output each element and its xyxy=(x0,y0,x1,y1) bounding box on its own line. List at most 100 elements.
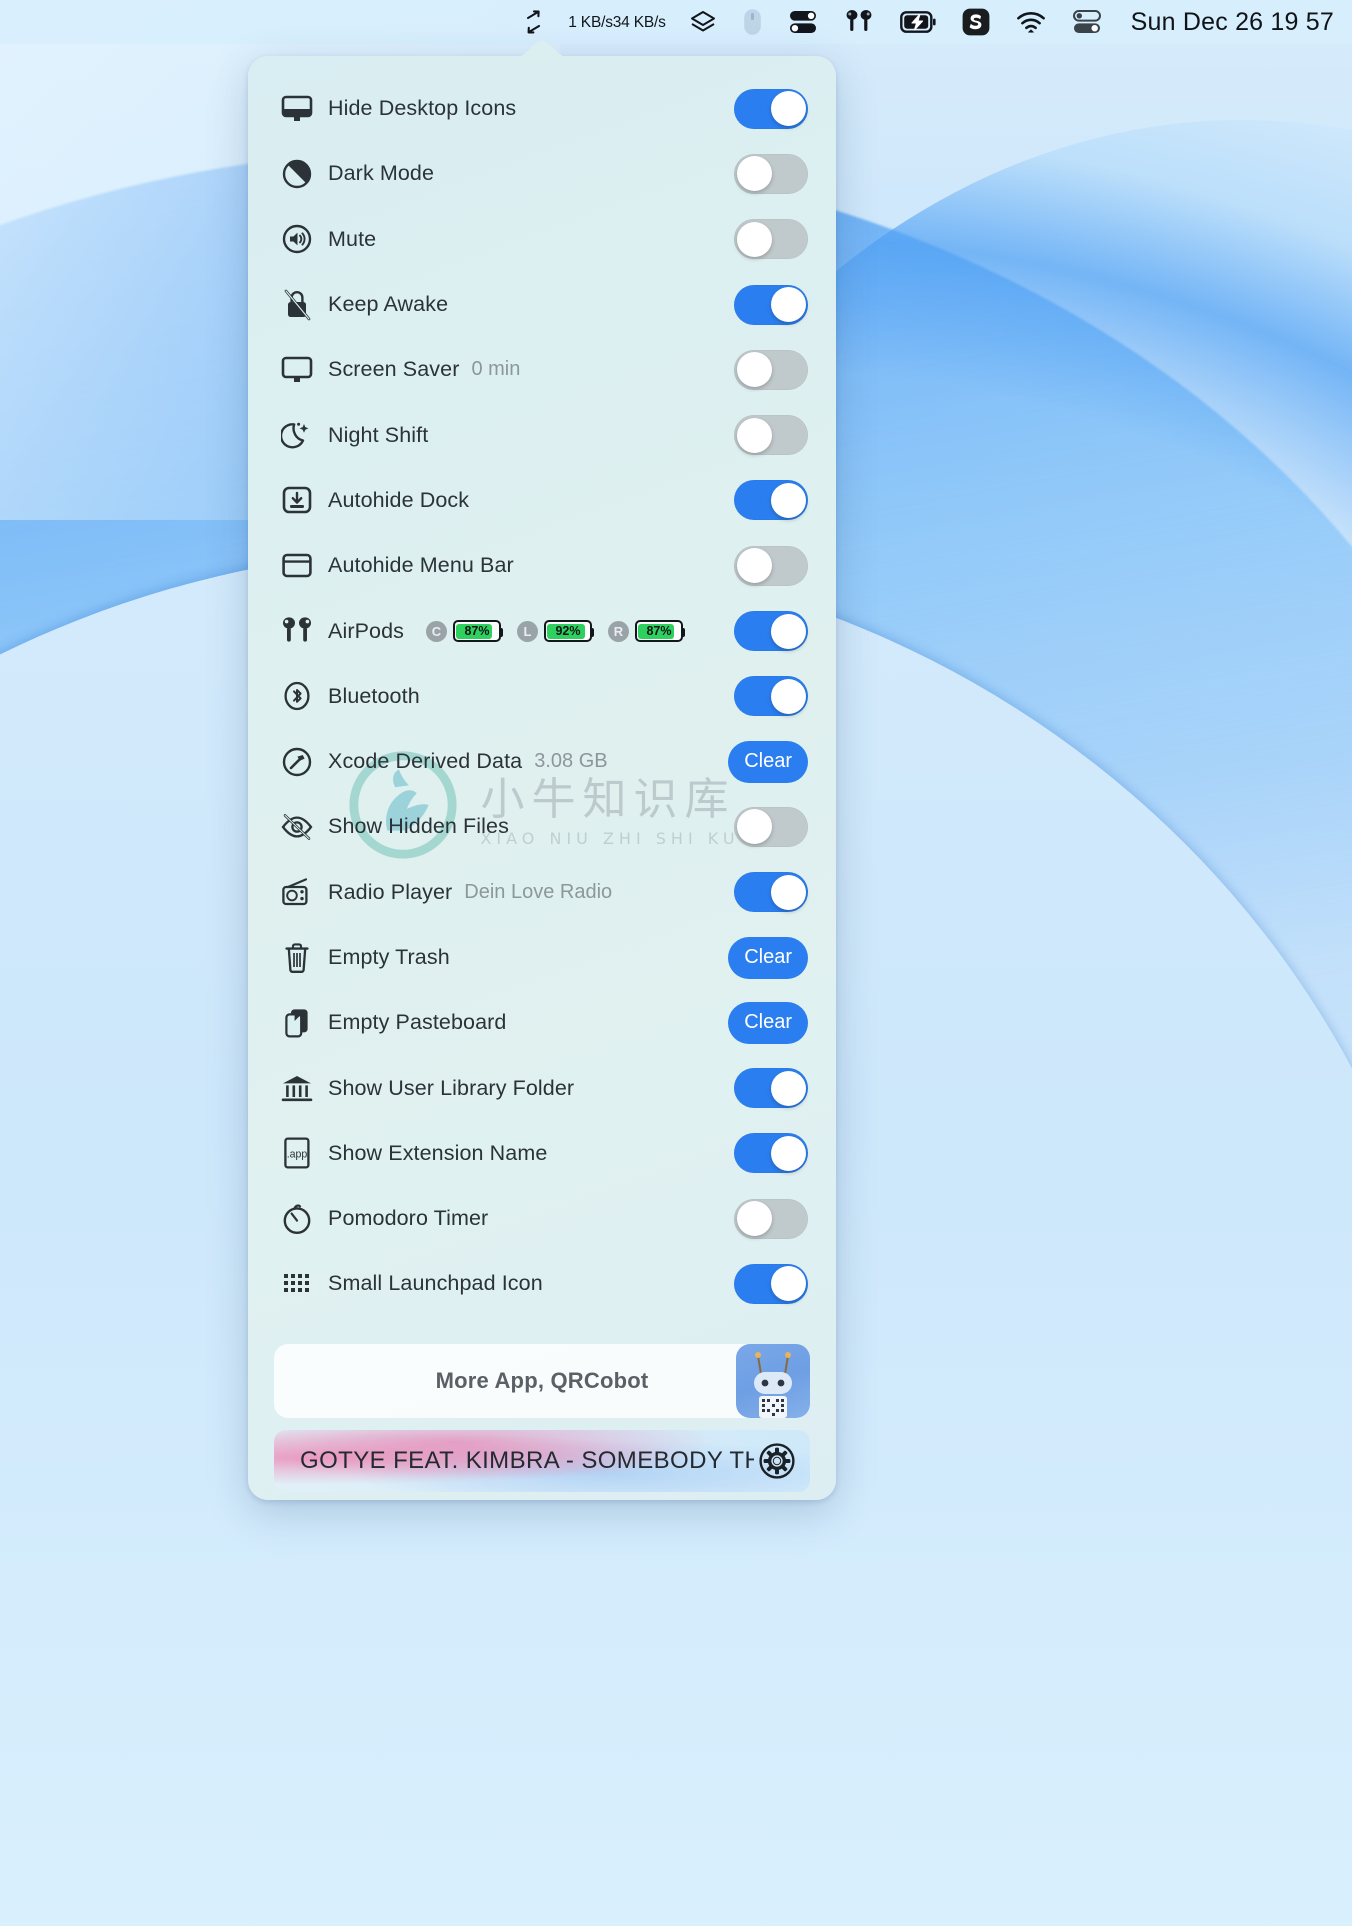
more-app-banner[interactable]: More App, QRCobot xyxy=(274,1344,810,1418)
dark-mode-circle-icon xyxy=(276,155,318,193)
xcode-derived-data-size: 3.08 GB xyxy=(534,750,608,773)
row-screen-saver[interactable]: Screen Saver 0 min xyxy=(248,337,836,402)
layers-icon[interactable] xyxy=(676,0,730,44)
grid-dots-icon xyxy=(276,1265,318,1303)
moon-star-icon xyxy=(276,416,318,454)
clear-xcode-derived-data-button[interactable]: Clear xyxy=(728,740,808,783)
toggles-alt-icon[interactable] xyxy=(1059,0,1115,44)
row-label: Screen Saver xyxy=(328,357,460,382)
now-playing-ticker[interactable]: GOTYE FEAT. KIMBRA - SOMEBODY THAT I xyxy=(274,1430,810,1492)
battery-percent: 87% xyxy=(464,624,490,639)
radio-station-name: Dein Love Radio xyxy=(464,880,613,903)
row-label: Show Hidden Files xyxy=(328,814,509,839)
wifi-icon[interactable] xyxy=(1003,0,1059,44)
row-label: Autohide Menu Bar xyxy=(328,553,514,578)
menu-bar-clock[interactable]: Sun Dec 26 19 57 xyxy=(1115,0,1338,44)
battery-charging-icon[interactable] xyxy=(887,0,949,44)
toggle-bluetooth[interactable] xyxy=(734,676,808,717)
quick-settings-panel: 小牛知识库 XIAO NIU ZHI SHI KU Hide Desktop I… xyxy=(248,40,836,1500)
row-label: Show Extension Name xyxy=(328,1140,548,1165)
row-label: Bluetooth xyxy=(328,683,420,708)
row-label: Pomodoro Timer xyxy=(328,1206,489,1231)
radio-icon xyxy=(276,873,318,911)
toggle-show-user-library-folder[interactable] xyxy=(734,1068,808,1109)
row-label: Mute xyxy=(328,226,377,251)
toggle-autohide-menu-bar[interactable] xyxy=(734,545,808,586)
row-empty-pasteboard[interactable]: Empty Pasteboard Clear xyxy=(248,990,836,1055)
battery-badge: 87% xyxy=(452,620,504,643)
monitor-icon xyxy=(276,351,318,389)
toggle-mute[interactable] xyxy=(734,219,808,260)
row-label: Dark Mode xyxy=(328,161,435,186)
toggle-show-hidden-files[interactable] xyxy=(734,806,808,847)
row-autohide-dock[interactable]: Autohide Dock xyxy=(248,468,836,533)
row-dark-mode[interactable]: Dark Mode xyxy=(248,141,836,206)
row-empty-trash[interactable]: Empty Trash Clear xyxy=(248,925,836,990)
toggle-night-shift[interactable] xyxy=(734,415,808,456)
airpods-battery-case: C 87% xyxy=(425,620,504,643)
row-autohide-menu-bar[interactable]: Autohide Menu Bar xyxy=(248,533,836,598)
row-night-shift[interactable]: Night Shift xyxy=(248,402,836,467)
toggle-keep-awake[interactable] xyxy=(734,284,808,325)
qrcobot-robot-icon[interactable] xyxy=(736,1344,810,1418)
menu-bar: 1 KB/s 34 KB/s Sun Dec 26 19 57 xyxy=(0,0,1352,44)
row-label: Night Shift xyxy=(328,422,429,447)
toggle-dark-mode[interactable] xyxy=(734,153,808,194)
menubar-window-icon xyxy=(276,547,318,585)
battery-badge: 87% xyxy=(634,620,686,643)
row-label: Xcode Derived Data xyxy=(328,749,523,774)
airpods-battery-right: R 87% xyxy=(607,620,686,643)
toggle-airpods[interactable] xyxy=(734,611,808,652)
network-upload-speed: 1 KB/s xyxy=(568,13,613,31)
s-app-icon[interactable] xyxy=(949,0,1003,44)
dock-download-icon xyxy=(276,481,318,519)
toggle-autohide-dock[interactable] xyxy=(734,480,808,521)
row-bluetooth[interactable]: Bluetooth xyxy=(248,664,836,729)
toggle-radio-player[interactable] xyxy=(734,872,808,913)
clear-trash-button[interactable]: Clear xyxy=(728,936,808,979)
toggle-small-launchpad-icon[interactable] xyxy=(734,1263,808,1304)
clear-pasteboard-button[interactable]: Clear xyxy=(728,1001,808,1044)
mouse-icon[interactable] xyxy=(730,0,775,44)
toggle-hide-desktop-icons[interactable] xyxy=(734,88,808,129)
row-label: Hide Desktop Icons xyxy=(328,96,517,121)
toggle-show-extension-name[interactable] xyxy=(734,1133,808,1174)
row-label: Small Launchpad Icon xyxy=(328,1271,543,1296)
svg-text:.app: .app xyxy=(287,1149,308,1161)
row-show-extension-name[interactable]: .app Show Extension Name xyxy=(248,1121,836,1186)
library-bank-icon xyxy=(276,1069,318,1107)
row-label: Empty Trash xyxy=(328,945,450,969)
airpods-icon xyxy=(276,612,318,650)
row-small-launchpad-icon[interactable]: Small Launchpad Icon xyxy=(248,1251,836,1316)
row-airpods[interactable]: AirPods C 87% L 92% R 87% xyxy=(248,598,836,663)
toggle-pomodoro-timer[interactable] xyxy=(734,1198,808,1239)
toggles-icon[interactable] xyxy=(775,0,831,44)
row-label: Show User Library Folder xyxy=(328,1075,575,1100)
network-download-speed: 34 KB/s xyxy=(612,13,666,31)
airpods-icon[interactable] xyxy=(831,0,887,44)
gear-icon[interactable] xyxy=(754,1438,800,1484)
trash-icon xyxy=(276,939,318,977)
toggle-screen-saver[interactable] xyxy=(734,349,808,390)
app-extension-icon: .app xyxy=(276,1134,318,1172)
row-hide-desktop-icons[interactable]: Hide Desktop Icons xyxy=(248,76,836,141)
row-label: AirPods xyxy=(328,618,404,643)
row-label: Autohide Dock xyxy=(328,487,470,512)
row-xcode-derived-data[interactable]: Xcode Derived Data 3.08 GB Clear xyxy=(248,729,836,794)
row-keep-awake[interactable]: Keep Awake xyxy=(248,272,836,337)
now-playing-text: GOTYE FEAT. KIMBRA - SOMEBODY THAT I xyxy=(300,1447,754,1474)
row-pomodoro-timer[interactable]: Pomodoro Timer xyxy=(248,1186,836,1251)
row-radio-player[interactable]: Radio Player Dein Love Radio xyxy=(248,860,836,925)
lock-slash-icon xyxy=(276,286,318,324)
row-show-user-library-folder[interactable]: Show User Library Folder xyxy=(248,1055,836,1120)
row-show-hidden-files[interactable]: Show Hidden Files xyxy=(248,794,836,859)
row-label: Empty Pasteboard xyxy=(328,1010,507,1035)
airpods-battery-group: C 87% L 92% R 87% xyxy=(425,620,686,643)
network-speed-indicator[interactable]: 1 KB/s 34 KB/s xyxy=(558,0,675,44)
resize-arrows-icon[interactable] xyxy=(510,0,558,44)
eye-slash-icon xyxy=(276,808,318,846)
speaker-icon xyxy=(276,220,318,258)
battery-percent: 92% xyxy=(555,624,581,639)
row-mute[interactable]: Mute xyxy=(248,207,836,272)
row-label: Keep Awake xyxy=(328,292,449,317)
